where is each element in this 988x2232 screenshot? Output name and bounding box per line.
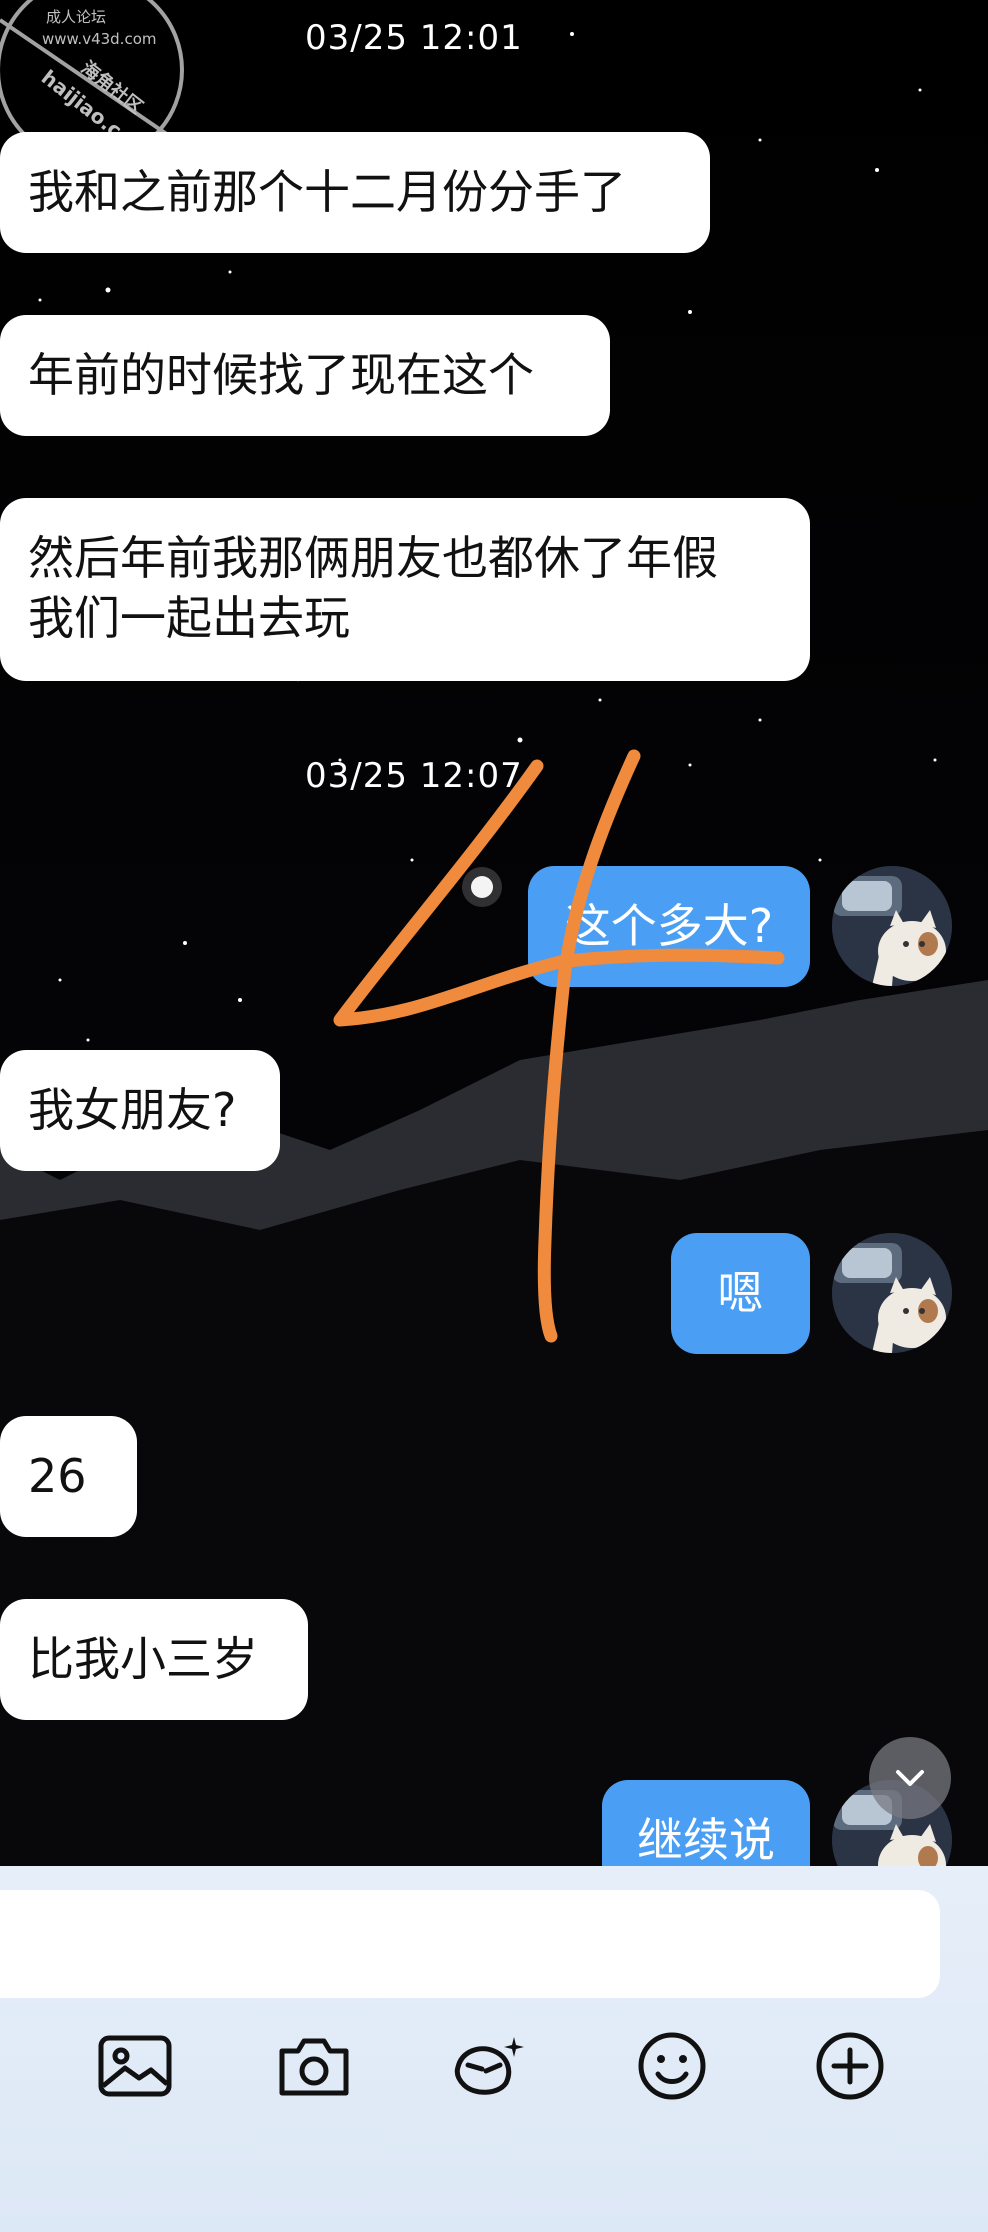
chat-message-list[interactable]: 成人论坛 www.v43d.com 海角社区 haijiao.com 03/25… xyxy=(0,0,988,1866)
incoming-message[interactable]: 比我小三岁 xyxy=(0,1599,308,1720)
sticker-icon xyxy=(454,2037,524,2095)
timestamp: 03/25 12:01 xyxy=(305,18,523,58)
timestamp: 03/25 12:07 xyxy=(305,756,523,796)
image-icon xyxy=(98,2035,172,2097)
message-line: 我们一起出去玩 xyxy=(28,591,350,645)
emoji-icon xyxy=(638,2032,706,2100)
outgoing-message[interactable]: 嗯 xyxy=(671,1233,810,1354)
input-panel xyxy=(0,1866,988,2232)
outgoing-message[interactable]: 继续说 xyxy=(602,1780,810,1866)
avatar[interactable] xyxy=(832,1233,952,1353)
incoming-message[interactable]: 然后年前我那俩朋友也都休了年假 我们一起出去玩 xyxy=(0,498,810,681)
camera-icon xyxy=(279,2038,349,2096)
plus-icon xyxy=(816,2032,884,2100)
cat-avatar-image xyxy=(832,1233,952,1353)
message-line: 然后年前我那俩朋友也都休了年假 xyxy=(28,531,718,585)
chevron-down-icon xyxy=(896,1770,924,1786)
incoming-message[interactable]: 26 xyxy=(0,1416,137,1537)
outgoing-message[interactable]: 这个多大? xyxy=(528,866,810,987)
incoming-message[interactable]: 我女朋友? xyxy=(0,1050,280,1171)
image-button[interactable] xyxy=(85,2016,185,2116)
watermark-text-2: www.v43d.com xyxy=(42,30,157,48)
camera-button[interactable] xyxy=(264,2016,364,2116)
scroll-to-bottom-button[interactable] xyxy=(869,1737,951,1819)
plus-button[interactable] xyxy=(800,2016,900,2116)
sticker-button[interactable] xyxy=(440,2016,540,2116)
cat-avatar-image xyxy=(832,866,952,986)
emoji-button[interactable] xyxy=(622,2016,722,2116)
incoming-message[interactable]: 年前的时候找了现在这个 xyxy=(0,315,610,436)
watermark-text-1: 成人论坛 xyxy=(46,8,106,26)
avatar[interactable] xyxy=(832,866,952,986)
message-input[interactable] xyxy=(0,1890,940,1998)
incoming-message[interactable]: 我和之前那个十二月份分手了 xyxy=(0,132,710,253)
